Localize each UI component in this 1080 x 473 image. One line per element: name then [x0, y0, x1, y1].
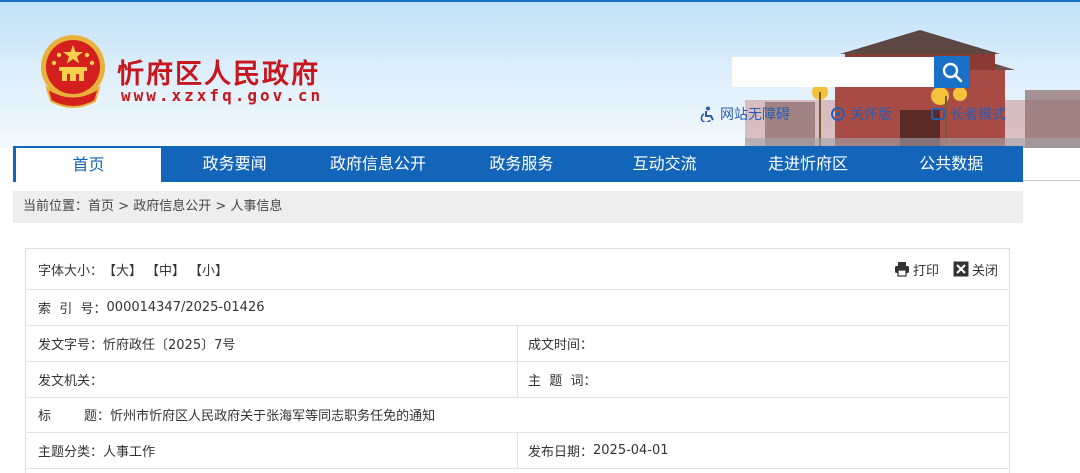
title-label: 标 题：: [38, 409, 111, 424]
index-row: 索 引 号： 000014347/2025-01426: [27, 289, 1008, 326]
printer-icon: [894, 262, 909, 277]
issuer-label: 发文机关：: [38, 373, 104, 389]
nav-item-public-data[interactable]: 公共数据: [880, 146, 1023, 182]
publish-date-value: 2025-04-01: [593, 442, 669, 458]
breadcrumb-personnel[interactable]: 人事信息: [230, 199, 282, 214]
column-divider: [517, 432, 518, 468]
doc-number-value: 忻府政任〔2025〕7号: [103, 337, 236, 353]
search-icon: [942, 62, 963, 83]
accessibility-icon: [700, 106, 714, 122]
index-label: 索 引 号：: [38, 301, 107, 317]
care-mode-icon: [831, 107, 845, 121]
header-top-line: [0, 0, 1080, 2]
print-button[interactable]: 打印: [894, 260, 939, 279]
main-nav: 首页 政务要闻 政府信息公开 政务服务 互动交流 走进忻府区 公共数据: [13, 146, 1023, 182]
nav-item-interaction[interactable]: 互动交流: [593, 146, 736, 182]
city-gate-image: [745, 30, 1080, 148]
nav-item-services[interactable]: 政务服务: [450, 146, 593, 182]
close-label: 关闭: [971, 263, 998, 279]
font-size-label: 字体大小：: [38, 263, 104, 279]
font-size-controls: 字体大小： 【大】 【中】 【小】: [38, 249, 228, 289]
category-row: 主题分类： 人事工作 发布日期： 2025-04-01: [27, 432, 1008, 469]
search-input[interactable]: [732, 57, 934, 87]
nav-item-info-disclosure[interactable]: 政府信息公开: [306, 146, 449, 182]
title-value: 忻州市忻府区人民政府关于张海军等同志职务任免的通知: [110, 409, 436, 424]
column-divider: [517, 361, 518, 397]
toolbar-actions: 打印 关闭: [880, 249, 998, 289]
title-row: 标 题： 忻州市忻府区人民政府关于张海军等同志职务任免的通知: [27, 397, 1008, 433]
breadcrumb: 当前位置：首页 > 政府信息公开 > 人事信息: [13, 191, 1023, 223]
nav-item-home[interactable]: 首页: [16, 146, 161, 182]
font-large-button[interactable]: 【大】: [103, 260, 142, 279]
toolbar-row: 字体大小： 【大】 【中】 【小】 打印 关闭: [27, 249, 1008, 290]
doc-number-label: 发文字号：: [38, 337, 104, 353]
nav-item-about-xinfu[interactable]: 走进忻府区: [736, 146, 879, 182]
print-label: 打印: [912, 263, 939, 279]
breadcrumb-separator: >: [114, 199, 134, 214]
accessibility-link[interactable]: 网站无障碍: [700, 104, 790, 124]
index-value: 000014347/2025-01426: [106, 299, 265, 315]
close-icon: [953, 261, 969, 277]
nav-item-news[interactable]: 政务要闻: [163, 146, 306, 182]
category-label: 主题分类：: [38, 444, 104, 460]
breadcrumb-separator: >: [211, 199, 231, 214]
issuer-row: 发文机关： 主 题 词：: [27, 361, 1008, 398]
column-divider: [517, 325, 518, 361]
elder-mode-link[interactable]: 长者模式: [930, 104, 1006, 124]
breadcrumb-home[interactable]: 首页: [88, 199, 114, 214]
category-value: 人事工作: [103, 444, 156, 460]
site-url: www.xzxfq.gov.cn: [121, 86, 324, 105]
font-medium-button[interactable]: 【中】: [146, 260, 185, 279]
subject-words-label: 主 题 词：: [528, 373, 597, 389]
publish-date-label: 发布日期：: [528, 444, 594, 460]
close-button[interactable]: 关闭: [953, 260, 998, 279]
elder-mode-icon: [931, 108, 945, 120]
national-emblem-icon: [41, 35, 105, 108]
breadcrumb-info-disclosure[interactable]: 政府信息公开: [133, 199, 211, 214]
breadcrumb-prefix: 当前位置：: [23, 199, 89, 214]
site-header: 忻府区人民政府 www.xzxfq.gov.cn 网站无障碍 关怀版 长者模式: [0, 0, 1080, 148]
care-mode-label: 关怀版: [850, 107, 892, 123]
document-meta-panel: 字体大小： 【大】 【中】 【小】 打印 关闭 索 引 号： 000014347…: [25, 248, 1010, 473]
elder-mode-label: 长者模式: [950, 107, 1006, 123]
accessibility-label: 网站无障碍: [720, 107, 790, 123]
divider: [1023, 180, 1080, 181]
search-button[interactable]: [934, 56, 970, 88]
care-mode-link[interactable]: 关怀版: [830, 104, 892, 124]
doc-number-row: 发文字号： 忻府政任〔2025〕7号 成文时间：: [27, 325, 1008, 362]
created-date-label: 成文时间：: [528, 337, 594, 353]
font-small-button[interactable]: 【小】: [189, 260, 228, 279]
